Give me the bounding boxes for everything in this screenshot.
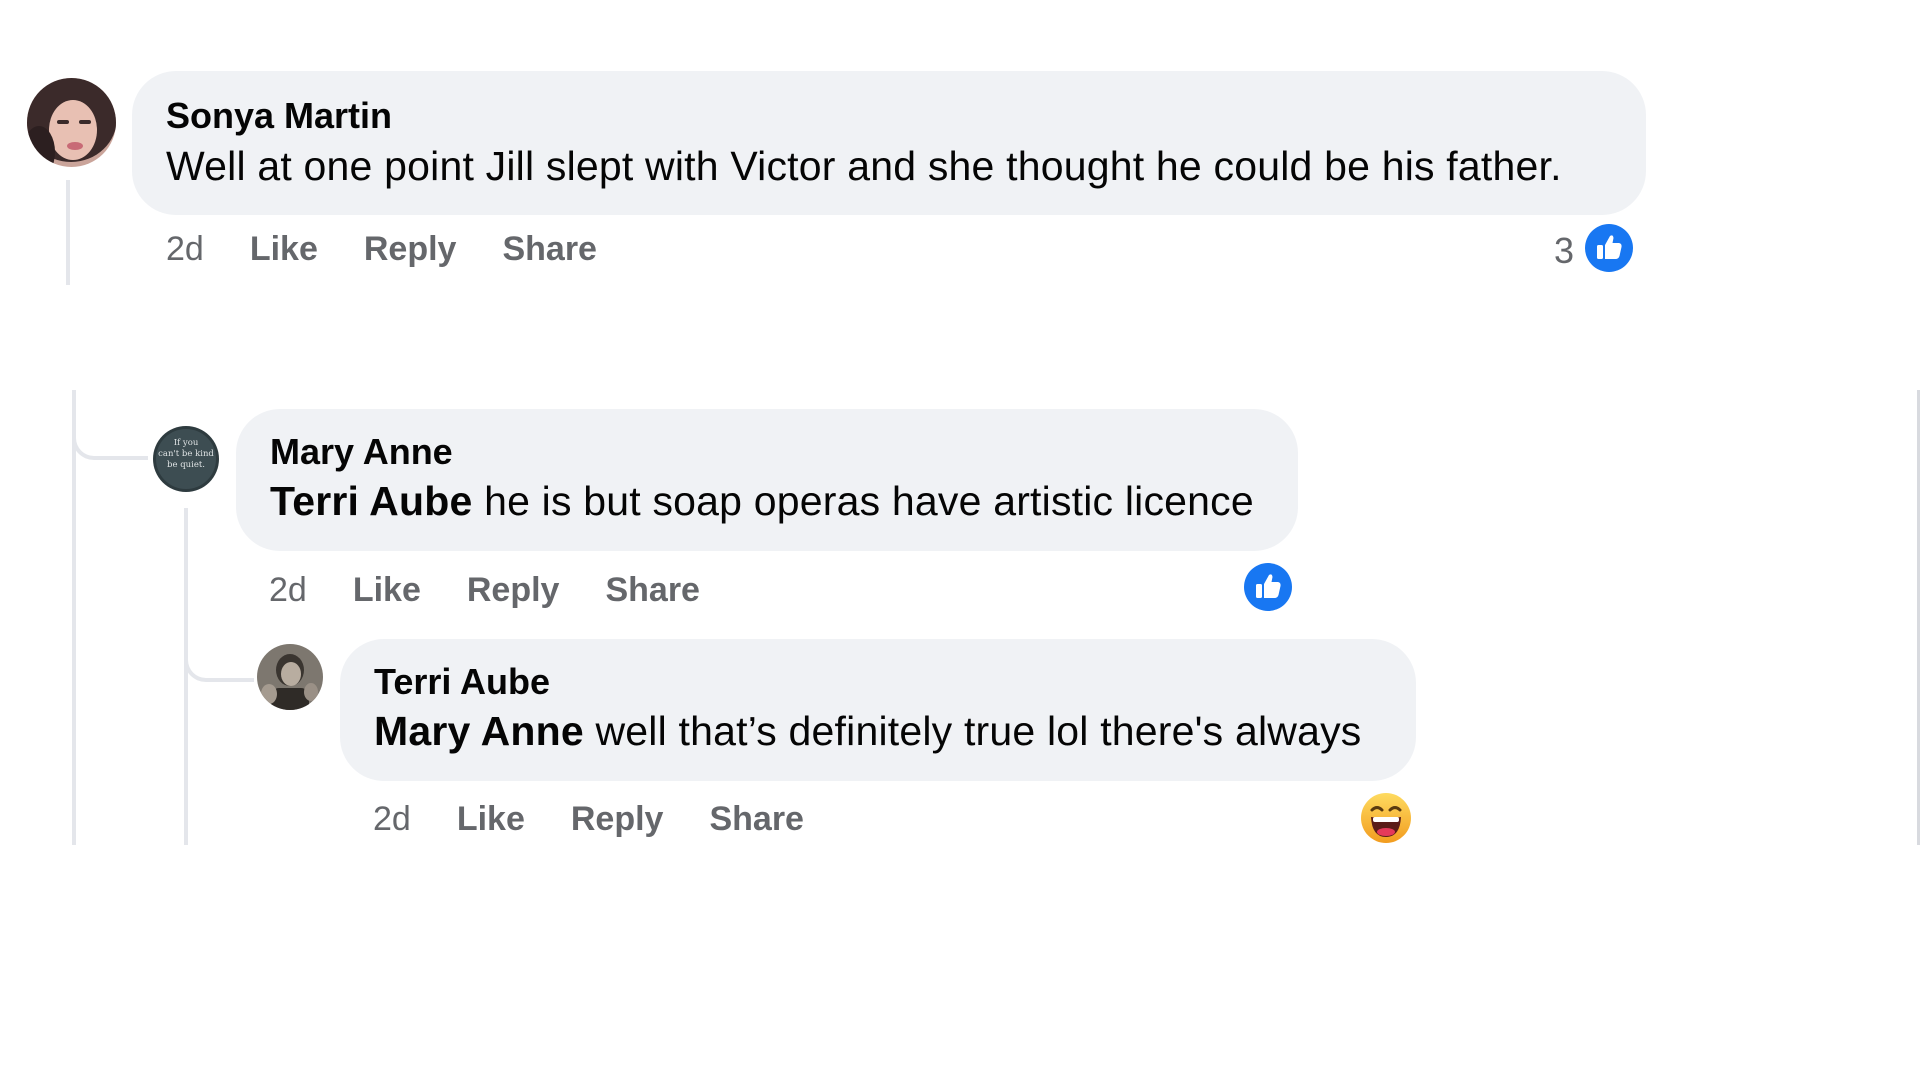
reply-button[interactable]: Reply — [467, 571, 560, 610]
reply-button[interactable]: Reply — [571, 800, 664, 839]
haha-emoji[interactable] — [1360, 792, 1412, 844]
thread-line-main — [72, 390, 76, 845]
comment-body: he is but soap operas have artistic lice… — [472, 478, 1254, 524]
comment-mention[interactable]: Terri Aube — [270, 478, 472, 524]
comment-bubble-3: Terri Aube Mary Anne well that’s definit… — [340, 639, 1416, 781]
comment-text: Mary Anne well that’s definitely true lo… — [374, 708, 1362, 755]
share-button[interactable]: Share — [709, 800, 804, 839]
share-button[interactable]: Share — [605, 571, 700, 610]
comment-timestamp[interactable]: 2d — [373, 800, 411, 839]
thread-connector-reply-1 — [72, 420, 148, 460]
share-button[interactable]: Share — [502, 230, 597, 269]
like-icon[interactable] — [1243, 562, 1293, 612]
avatar-image — [257, 644, 323, 710]
comment-author[interactable]: Mary Anne — [270, 431, 453, 473]
reaction-count[interactable]: 3 — [1554, 230, 1574, 272]
comment-mention[interactable]: Mary Anne — [374, 708, 584, 754]
comment-author[interactable]: Terri Aube — [374, 661, 550, 703]
reply-button[interactable]: Reply — [364, 230, 457, 269]
thread-line-top — [66, 180, 70, 285]
thread-line-nested — [184, 508, 188, 845]
comment-actions-2: 2d Like Reply Share — [269, 571, 746, 610]
comment-text: Terri Aube he is but soap operas have ar… — [270, 478, 1254, 525]
avatar-quote-line: can't be kind — [158, 449, 214, 459]
like-button[interactable]: Like — [353, 571, 421, 610]
like-button[interactable]: Like — [250, 230, 318, 269]
avatar-image — [27, 78, 116, 167]
avatar-mary-anne[interactable]: If you can't be kind be quiet. — [153, 426, 219, 492]
avatar-terri-aube[interactable] — [257, 644, 323, 710]
avatar-image: If you can't be kind be quiet. — [153, 426, 219, 492]
avatar-sonya-martin[interactable] — [27, 78, 116, 167]
comment-timestamp[interactable]: 2d — [166, 230, 204, 269]
comment-actions-1: 2d Like Reply Share — [166, 230, 643, 269]
comment-author[interactable]: Sonya Martin — [166, 95, 392, 137]
comment-bubble-2: Mary Anne Terri Aube he is but soap oper… — [236, 409, 1298, 551]
comment-body: Well at one point Jill slept with Victor… — [166, 143, 1562, 189]
like-icon[interactable] — [1584, 223, 1634, 273]
comment-actions-3: 2d Like Reply Share — [373, 800, 850, 839]
avatar-quote-line: be quiet. — [167, 460, 205, 470]
comment-text: Well at one point Jill slept with Victor… — [166, 143, 1562, 190]
comment-timestamp[interactable]: 2d — [269, 571, 307, 610]
thread-connector-reply-2 — [184, 640, 254, 682]
comment-body: well that’s definitely true lol there's … — [583, 708, 1362, 754]
like-button[interactable]: Like — [457, 800, 525, 839]
comment-bubble-1: Sonya Martin Well at one point Jill slep… — [132, 71, 1646, 215]
avatar-quote-line: If you — [174, 438, 199, 448]
